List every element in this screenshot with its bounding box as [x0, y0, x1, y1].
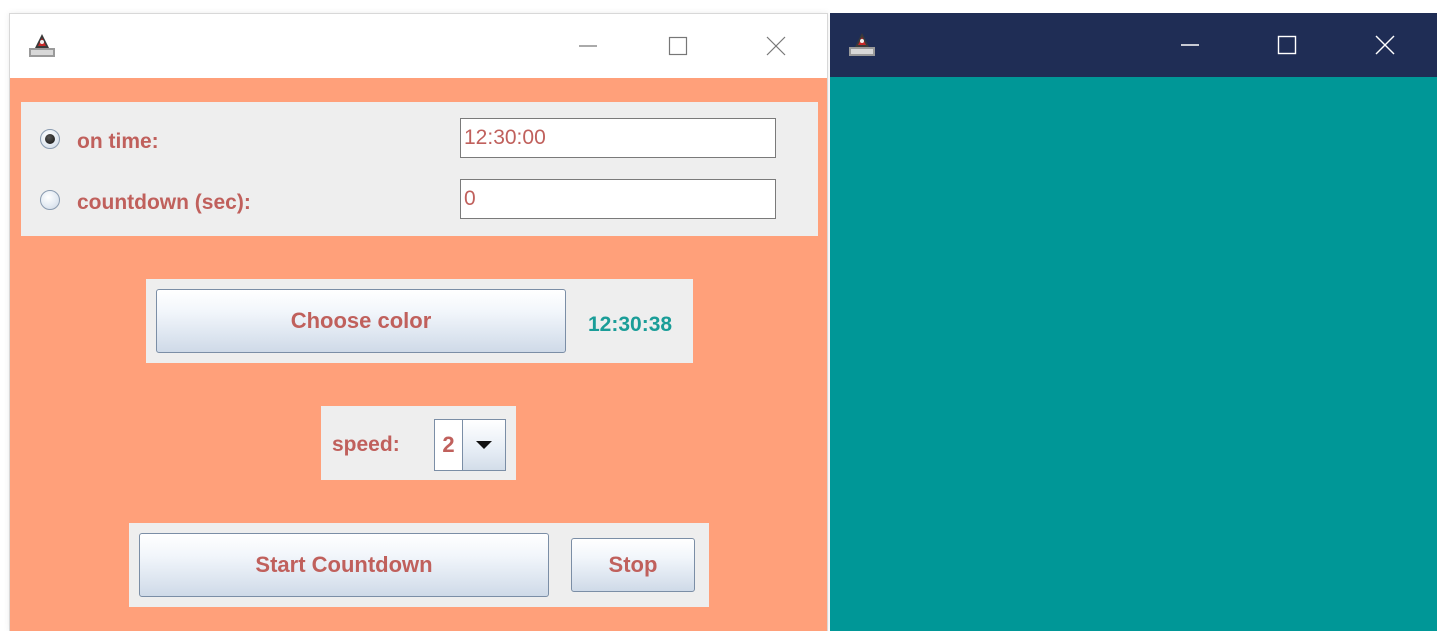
speed-select-value: 2 — [435, 420, 463, 470]
on-time-input[interactable]: 12:30:00 — [460, 118, 776, 158]
display-window — [830, 13, 1437, 631]
on-time-radio[interactable] — [40, 129, 60, 149]
control-window: on time: 12:30:00 countdown (sec): 0 Cho… — [9, 13, 828, 631]
speed-select[interactable]: 2 — [434, 419, 506, 471]
display-minimize-button[interactable] — [1167, 27, 1213, 63]
chevron-down-icon — [476, 441, 492, 449]
java-app-icon — [849, 33, 875, 56]
countdown-label: countdown (sec): — [77, 191, 251, 214]
java-app-icon — [29, 34, 55, 57]
minimize-icon — [579, 45, 597, 47]
current-time-display: 12:30:38 — [588, 313, 673, 336]
speed-label: speed: — [332, 433, 400, 456]
minimize-icon — [1181, 44, 1199, 46]
display-maximize-button[interactable] — [1264, 27, 1310, 63]
stop-button[interactable]: Stop — [571, 538, 695, 592]
desktop: on time: 12:30:00 countdown (sec): 0 Cho… — [0, 0, 1445, 631]
on-time-label: on time: — [77, 130, 159, 153]
maximize-icon — [668, 36, 688, 56]
minimize-button[interactable] — [565, 28, 611, 64]
close-icon — [766, 36, 786, 56]
display-close-button[interactable] — [1362, 27, 1408, 63]
close-button[interactable] — [753, 28, 799, 64]
color-preview-area — [830, 77, 1437, 631]
start-countdown-button[interactable]: Start Countdown — [139, 533, 549, 597]
control-window-titlebar[interactable] — [10, 14, 827, 78]
choose-color-button[interactable]: Choose color — [156, 289, 566, 353]
countdown-input[interactable]: 0 — [460, 179, 776, 219]
close-icon — [1375, 35, 1395, 55]
maximize-icon — [1277, 35, 1297, 55]
display-window-titlebar[interactable] — [830, 13, 1437, 77]
speed-dropdown-button[interactable] — [463, 420, 505, 470]
maximize-button[interactable] — [655, 28, 701, 64]
countdown-radio[interactable] — [40, 190, 60, 210]
